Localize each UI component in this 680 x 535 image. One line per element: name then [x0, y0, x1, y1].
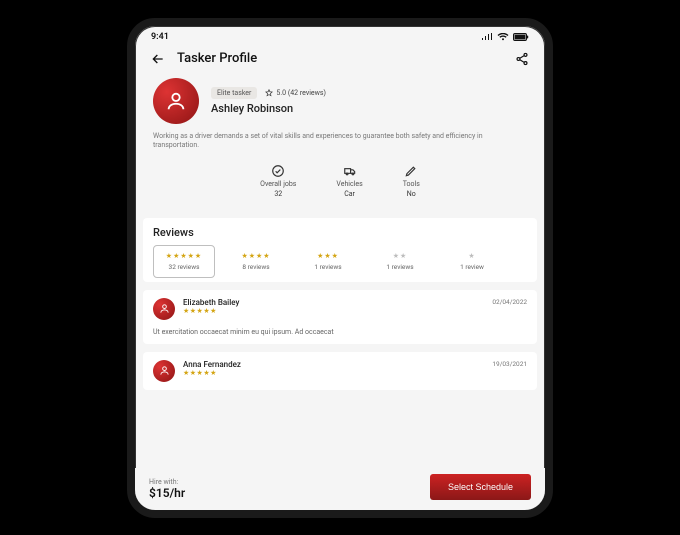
stat-value: Car — [344, 190, 355, 198]
review-date: 02/04/2022 — [492, 298, 527, 306]
reviews-title: Reviews — [153, 226, 527, 239]
review-stars: ★★★★★ — [183, 307, 484, 315]
share-icon — [515, 52, 529, 66]
reviews-section: Reviews ★★★★★ 32 reviews ★★★★ 8 reviews … — [143, 218, 537, 282]
review-filters: ★★★★★ 32 reviews ★★★★ 8 reviews ★★★ 1 re… — [153, 245, 527, 278]
signal-icon — [481, 33, 493, 41]
stat-tools: Tools No — [403, 164, 420, 198]
filter-4-star[interactable]: ★★★★ 8 reviews — [225, 245, 287, 278]
stat-overall-jobs: Overall jobs 32 — [260, 164, 296, 198]
star-row: ★★★★★ — [158, 252, 210, 260]
stat-label: Tools — [403, 180, 420, 188]
star-row: ★★★ — [302, 252, 354, 260]
review-item: Elizabeth Bailey ★★★★★ 02/04/2022 Ut exe… — [143, 290, 537, 344]
hire-label: Hire with: — [149, 478, 185, 486]
reviewer-avatar — [153, 298, 175, 320]
reviewer-avatar — [153, 360, 175, 382]
filter-3-star[interactable]: ★★★ 1 reviews — [297, 245, 359, 278]
profile-section: Elite tasker 5.0 (42 reviews) Ashley Rob… — [135, 78, 545, 208]
stats-row: Overall jobs 32 Vehicles Car Tools No — [153, 164, 527, 198]
rating-text: 5.0 (42 reviews) — [276, 89, 326, 97]
stat-vehicles: Vehicles Car — [336, 164, 362, 198]
check-circle-icon — [271, 164, 285, 178]
tasker-name: Ashley Robinson — [211, 102, 326, 115]
stat-label: Vehicles — [336, 180, 362, 188]
back-button[interactable] — [149, 50, 167, 68]
filter-count: 8 reviews — [230, 263, 282, 271]
truck-icon — [343, 164, 357, 178]
star-row: ★★ — [374, 252, 426, 260]
stat-label: Overall jobs — [260, 180, 296, 188]
status-bar: 9:41 — [135, 26, 545, 44]
select-schedule-button[interactable]: Select Schedule — [430, 474, 531, 500]
review-item: Anna Fernandez ★★★★★ 19/03/2021 — [143, 352, 537, 390]
filter-1-star[interactable]: ★ 1 review — [441, 245, 503, 278]
profile-avatar — [153, 78, 199, 124]
review-stars: ★★★★★ — [183, 369, 484, 377]
star-icon — [265, 89, 273, 97]
elite-badge: Elite tasker — [211, 87, 257, 99]
page-header: Tasker Profile — [135, 44, 545, 78]
rating-summary: 5.0 (42 reviews) — [265, 89, 326, 97]
filter-count: 1 reviews — [374, 263, 426, 271]
arrow-left-icon — [150, 51, 166, 67]
hire-footer: Hire with: $15/hr Select Schedule — [135, 468, 545, 510]
pencil-icon — [404, 164, 418, 178]
reviewer-name: Anna Fernandez — [183, 360, 484, 369]
status-time: 9:41 — [151, 32, 169, 42]
wifi-icon — [497, 33, 509, 41]
battery-icon — [513, 33, 529, 41]
person-icon — [165, 90, 187, 112]
reviewer-name: Elizabeth Bailey — [183, 298, 484, 307]
person-icon — [159, 303, 170, 314]
stat-value: No — [407, 190, 416, 198]
page-title: Tasker Profile — [177, 51, 503, 66]
filter-count: 32 reviews — [158, 263, 210, 271]
device-frame: 9:41 Tasker Profile Elite tasker — [127, 18, 553, 518]
star-row: ★★★★ — [230, 252, 282, 260]
filter-2-star[interactable]: ★★ 1 reviews — [369, 245, 431, 278]
stat-value: 32 — [274, 190, 282, 198]
tasker-bio: Working as a driver demands a set of vit… — [153, 132, 527, 150]
review-text: Ut exercitation occaecat minim eu qui ip… — [153, 328, 527, 336]
filter-5-star[interactable]: ★★★★★ 32 reviews — [153, 245, 215, 278]
star-row: ★ — [446, 252, 498, 260]
filter-count: 1 reviews — [302, 263, 354, 271]
hire-rate: $15/hr — [149, 486, 185, 500]
review-date: 19/03/2021 — [492, 360, 527, 368]
share-button[interactable] — [513, 50, 531, 68]
person-icon — [159, 365, 170, 376]
filter-count: 1 review — [446, 263, 498, 271]
